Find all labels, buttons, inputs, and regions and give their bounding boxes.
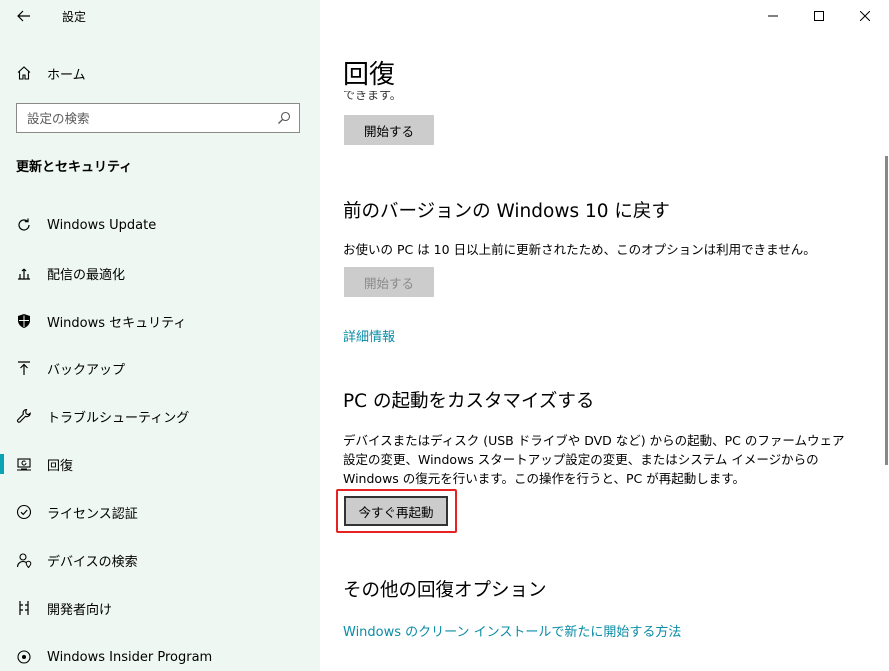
sidebar-item-troubleshoot[interactable]: トラブルシューティング bbox=[0, 396, 320, 436]
sidebar-item-find-my-device[interactable]: デバイスの検索 bbox=[0, 540, 320, 580]
sidebar-item-label: Windows Insider Program bbox=[47, 649, 213, 665]
sidebar-item-activation[interactable]: ライセンス認証 bbox=[0, 492, 320, 532]
sidebar-item-label: デバイスの検索 bbox=[47, 554, 138, 570]
sidebar-item-label: ライセンス認証 bbox=[47, 506, 138, 522]
recovery-icon bbox=[15, 455, 33, 473]
search-box[interactable] bbox=[16, 103, 300, 133]
clean-install-link[interactable]: Windows のクリーン インストールで新たに開始する方法 bbox=[343, 621, 681, 640]
sidebar-item-label: トラブルシューティング bbox=[47, 410, 190, 426]
minimize-icon bbox=[768, 15, 778, 17]
sidebar: 設定 ホーム 更新とセキュリティ Win bbox=[0, 0, 320, 671]
sidebar-item-for-developers[interactable]: 開発者向け bbox=[0, 588, 320, 628]
sidebar-item-delivery-optimization[interactable]: 配信の最適化 bbox=[0, 253, 320, 293]
sidebar-item-backup[interactable]: バックアップ bbox=[0, 348, 320, 388]
selection-indicator bbox=[0, 454, 4, 474]
insider-icon bbox=[15, 648, 33, 666]
scrollbar[interactable] bbox=[885, 156, 888, 465]
content-pane: 回復 できます。 開始する 前のバージョンの Windows 10 に戻す お使… bbox=[320, 0, 889, 671]
search-input[interactable] bbox=[27, 108, 267, 128]
sidebar-item-windows-security[interactable]: Windows セキュリティ bbox=[0, 301, 320, 341]
refresh-icon bbox=[15, 216, 33, 234]
maximize-icon bbox=[814, 11, 824, 21]
advanced-startup-line-1: デバイスまたはディスク (USB ドライブや DVD など) からの起動、PC … bbox=[343, 433, 845, 448]
close-icon bbox=[860, 11, 870, 21]
section-heading: 更新とセキュリティ bbox=[16, 160, 133, 175]
nav-home[interactable]: ホーム bbox=[0, 58, 320, 88]
person-location-icon bbox=[15, 551, 33, 569]
title-bar: 設定 bbox=[0, 0, 320, 32]
backup-icon bbox=[15, 359, 33, 377]
go-back-start-button[interactable]: 開始する bbox=[344, 267, 434, 297]
check-circle-icon bbox=[15, 503, 33, 521]
advanced-startup-line-2: 設定の変更、Windows スタートアップ設定の変更、またはシステム イメージか… bbox=[343, 452, 819, 467]
wrench-icon bbox=[15, 407, 33, 425]
home-icon bbox=[15, 64, 33, 82]
sidebar-item-label: Windows セキュリティ bbox=[47, 315, 187, 331]
go-back-title: 前のバージョンの Windows 10 に戻す bbox=[343, 201, 670, 222]
settings-window: 設定 ホーム 更新とセキュリティ Win bbox=[0, 0, 889, 671]
search-icon[interactable] bbox=[277, 111, 291, 125]
minimize-button[interactable] bbox=[750, 0, 796, 32]
sidebar-item-recovery[interactable]: 回復 bbox=[0, 444, 320, 484]
go-back-description: お使いの PC は 10 日以上前に更新されたため、このオプションは利用できませ… bbox=[343, 242, 816, 257]
page-title: 回復 bbox=[343, 54, 406, 91]
sidebar-item-windows-insider[interactable]: Windows Insider Program bbox=[0, 637, 320, 671]
close-button[interactable] bbox=[842, 0, 888, 32]
maximize-button[interactable] bbox=[796, 0, 842, 32]
sidebar-item-label: 開発者向け bbox=[47, 602, 113, 618]
reset-start-button[interactable]: 開始する bbox=[344, 115, 434, 145]
sidebar-item-label: 配信の最適化 bbox=[47, 267, 126, 283]
home-label: ホーム bbox=[47, 67, 86, 83]
sidebar-item-label: バックアップ bbox=[47, 362, 126, 378]
back-arrow-icon bbox=[17, 10, 30, 22]
app-title: 設定 bbox=[62, 10, 87, 24]
advanced-startup-line-3: Windows の復元を行います。この操作を行うと、PC が再起動します。 bbox=[343, 471, 746, 486]
sidebar-item-label: Windows Update bbox=[47, 217, 157, 233]
more-options-title: その他の回復オプション bbox=[343, 580, 547, 601]
sidebar-item-windows-update[interactable]: Windows Update bbox=[0, 205, 320, 245]
restart-now-button[interactable]: 今すぐ再起動 bbox=[344, 496, 448, 526]
back-button[interactable] bbox=[12, 4, 36, 28]
advanced-startup-title: PC の起動をカスタマイズする bbox=[343, 391, 595, 412]
details-link[interactable]: 詳細情報 bbox=[343, 326, 395, 345]
sidebar-item-label: 回復 bbox=[47, 458, 74, 474]
delivery-optimization-icon bbox=[15, 264, 33, 282]
developer-icon bbox=[15, 599, 33, 617]
shield-icon bbox=[15, 312, 33, 330]
